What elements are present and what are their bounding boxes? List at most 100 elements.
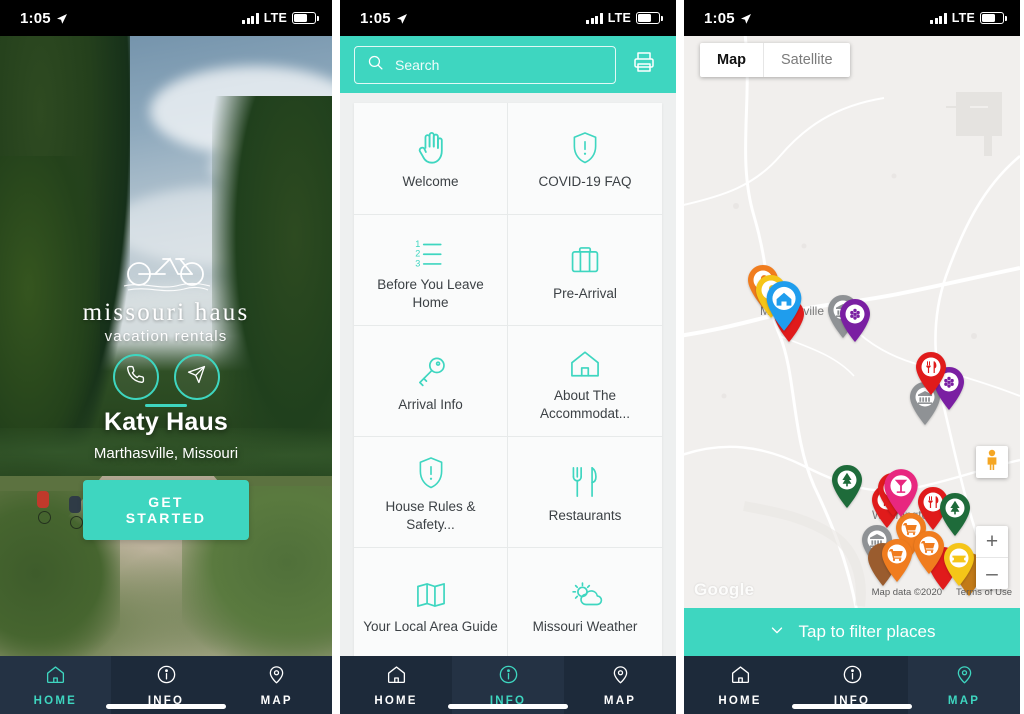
tile-label: Missouri Weather xyxy=(532,618,638,634)
tile-covid-faq[interactable]: COVID-19 FAQ xyxy=(508,103,662,214)
home-icon xyxy=(730,664,751,690)
filter-places-bar[interactable]: Tap to filter places xyxy=(684,608,1020,656)
tile-label: Pre-Arrival xyxy=(553,285,617,301)
info-panel: Welcome COVID-19 FAQ xyxy=(340,36,676,656)
tile-label: Your Local Area Guide xyxy=(363,618,498,634)
tab-home-label: HOME xyxy=(718,694,762,707)
phone-screen-info: 1:05 LTE Search Welcome COVID-19 FAQ 1 2… xyxy=(340,0,676,714)
home-indicator xyxy=(792,704,912,709)
search-input[interactable] xyxy=(393,55,603,74)
tile-label: Restaurants xyxy=(548,507,622,523)
bicycle-icon xyxy=(0,248,332,297)
map-pin-shopping-orange[interactable] xyxy=(880,538,914,583)
tab-map[interactable]: MAP xyxy=(564,656,676,714)
get-started-button[interactable]: GET STARTED xyxy=(83,480,249,540)
battery-icon xyxy=(292,12,319,24)
tile-about-accommodation[interactable]: About The Accommodat... xyxy=(508,325,662,436)
cyclist xyxy=(36,491,51,525)
tile-label: COVID-19 FAQ xyxy=(538,174,632,190)
tab-home-label: HOME xyxy=(374,694,418,707)
search-icon xyxy=(367,54,384,76)
map-pin-icon xyxy=(266,664,287,690)
pegman-button[interactable] xyxy=(976,446,1008,478)
location-arrow-icon xyxy=(740,12,752,24)
tab-map[interactable]: MAP xyxy=(908,656,1020,714)
pegman-icon xyxy=(982,449,1002,476)
tile-arrival-info[interactable]: Arrival Info xyxy=(354,325,508,436)
status-time-group: 1:05 xyxy=(360,10,408,27)
numbered-list-icon: 1 2 3 xyxy=(414,229,448,269)
carrier-label: LTE xyxy=(263,11,287,25)
hero-photo xyxy=(0,36,332,656)
map-pin-shopping-orange[interactable] xyxy=(912,530,946,575)
hand-wave-icon xyxy=(414,126,448,166)
map-content: Marthasville Washington xyxy=(684,36,1020,656)
map-pin-restaurant-red[interactable] xyxy=(914,351,948,396)
title-divider xyxy=(145,404,187,407)
suitcase-icon xyxy=(568,238,602,278)
location-arrow-icon xyxy=(396,12,408,24)
message-button[interactable] xyxy=(173,354,220,400)
map-pin-house-blue[interactable] xyxy=(764,280,804,332)
tile-label: House Rules & Safety... xyxy=(385,498,476,532)
key-icon xyxy=(414,349,448,389)
tile-label: Arrival Info xyxy=(398,396,463,412)
printer-icon xyxy=(632,50,656,79)
tile-before-you-leave-home[interactable]: 1 2 3 Before You Leave Home xyxy=(354,214,508,325)
map-pin-bar-pink[interactable] xyxy=(882,468,920,518)
tab-bar-info: HOME INFO MAP xyxy=(340,656,676,714)
status-time: 1:05 xyxy=(360,9,391,27)
info-grid: Welcome COVID-19 FAQ 1 2 3 Before You Le… xyxy=(354,103,662,656)
home-indicator xyxy=(448,704,568,709)
tile-local-area-guide[interactable]: Your Local Area Guide xyxy=(354,547,508,656)
tile-pre-arrival[interactable]: Pre-Arrival xyxy=(508,214,662,325)
tile-welcome[interactable]: Welcome xyxy=(354,103,508,214)
phone-icon xyxy=(126,365,145,389)
map-toggle-satellite[interactable]: Satellite xyxy=(763,43,850,77)
zoom-out-button[interactable]: – xyxy=(976,558,1008,589)
fork-knife-icon xyxy=(570,460,600,500)
home-icon xyxy=(45,664,66,690)
map-data-label: Map data ©2020 xyxy=(871,587,943,598)
tile-missouri-weather[interactable]: Missouri Weather xyxy=(508,547,662,656)
tab-home[interactable]: HOME xyxy=(340,656,452,714)
svg-text:2: 2 xyxy=(415,248,420,258)
status-time-group: 1:05 xyxy=(20,10,68,27)
tab-home[interactable]: HOME xyxy=(0,656,111,714)
map-type-toggle: Map Satellite xyxy=(700,43,850,77)
battery-icon xyxy=(980,12,1007,24)
search-field[interactable] xyxy=(354,45,616,84)
home-indicator xyxy=(106,704,226,709)
map-pin-ticket-yellow[interactable] xyxy=(942,542,976,587)
status-bar-map: 1:05 LTE xyxy=(684,0,1020,36)
tile-restaurants[interactable]: Restaurants xyxy=(508,436,662,547)
shield-alert-icon xyxy=(416,451,446,491)
call-button[interactable] xyxy=(112,354,159,400)
home-icon xyxy=(386,664,407,690)
print-button[interactable] xyxy=(626,47,662,83)
zoom-controls: + – xyxy=(976,526,1008,589)
map-pin-park-green[interactable] xyxy=(830,464,864,509)
carrier-label: LTE xyxy=(951,11,975,25)
map-pin-icon xyxy=(954,664,975,690)
cyclist xyxy=(68,496,83,530)
tab-map-label: MAP xyxy=(603,694,637,707)
map-toggle-map[interactable]: Map xyxy=(700,43,763,77)
sun-cloud-icon xyxy=(566,571,604,611)
zoom-in-button[interactable]: + xyxy=(976,526,1008,558)
google-watermark: Google xyxy=(694,580,755,599)
contact-actions xyxy=(0,354,332,400)
tile-house-rules-safety[interactable]: House Rules & Safety... xyxy=(354,436,508,547)
map-canvas[interactable]: Marthasville Washington xyxy=(684,36,1020,656)
tab-bar-home: HOME INFO MAP xyxy=(0,656,332,714)
home-content: missouri haus vacation rentals Katy Haus… xyxy=(0,36,332,656)
tab-map[interactable]: MAP xyxy=(221,656,332,714)
status-indicators: LTE xyxy=(242,11,319,25)
map-pin-winery-purple[interactable] xyxy=(838,298,872,343)
carrier-label: LTE xyxy=(607,11,631,25)
property-location: Marthasville, Missouri xyxy=(93,445,239,462)
tab-home[interactable]: HOME xyxy=(684,656,796,714)
signal-bars-icon xyxy=(586,12,603,24)
status-bar-home: 1:05 LTE xyxy=(0,0,332,36)
phone-screen-map: 1:05 LTE Washington Map Satellite + – Go… xyxy=(684,0,1020,714)
